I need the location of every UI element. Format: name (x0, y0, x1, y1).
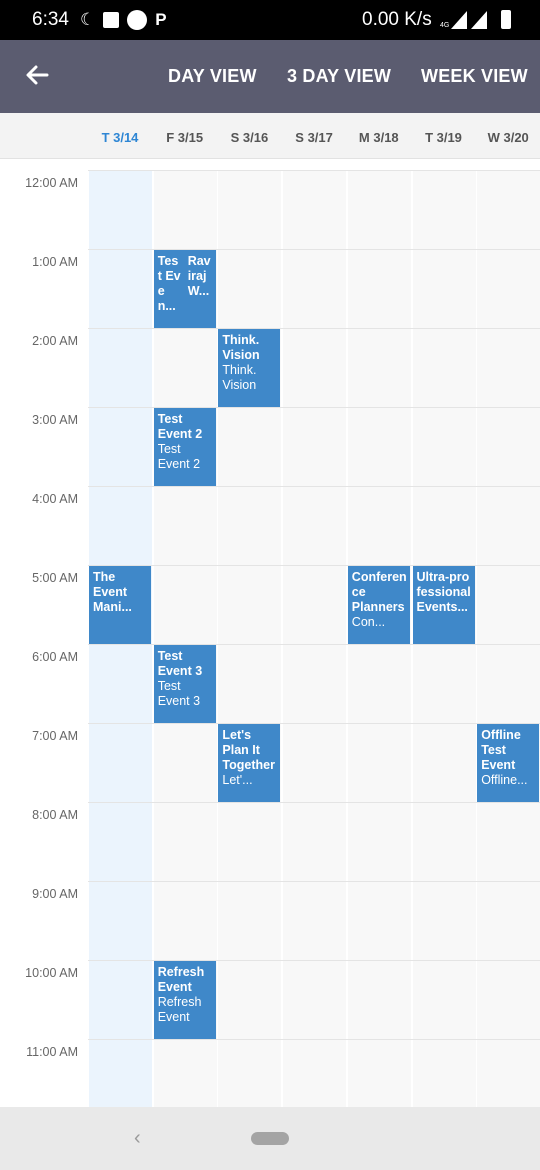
event-title: Test Event 2 (157, 412, 203, 441)
event-subtitle: Offline... (481, 773, 528, 787)
event-subtitle: Test Event 2 (157, 442, 201, 471)
chevron-left-icon[interactable]: ‹ (134, 1127, 141, 1150)
hour-label: 12:00 AM (25, 176, 78, 190)
day-label[interactable]: S 3/17 (282, 130, 346, 145)
day-label[interactable]: T 3/14 (88, 130, 152, 145)
hour-label: 10:00 AM (25, 966, 78, 980)
hour-label: 3:00 AM (32, 413, 78, 427)
day-label[interactable]: M 3/18 (347, 130, 411, 145)
hour-label: 1:00 AM (32, 255, 78, 269)
event-block[interactable]: Test Event 3 Test Event 3 (153, 645, 216, 723)
p-icon: P (155, 10, 167, 29)
event-block[interactable]: Think. Vision Think. Vision (218, 329, 281, 407)
hour-label: 2:00 AM (32, 334, 78, 348)
day-label[interactable]: T 3/19 (412, 130, 476, 145)
network-speed: 0.00 K/s (362, 9, 432, 30)
hour-divider (88, 170, 540, 171)
event-subtitle: Refresh Event (157, 995, 202, 1024)
event-title: Rav iraj W... (187, 254, 211, 298)
hour-label: 8:00 AM (32, 808, 78, 822)
day-label[interactable]: S 3/16 (217, 130, 281, 145)
hour-label: 11:00 AM (26, 1045, 78, 1059)
navigation-bar: ‹ (0, 1107, 540, 1170)
day-label[interactable]: W 3/20 (476, 130, 540, 145)
event-title: Think. Vision (222, 333, 260, 362)
event-block[interactable]: The Event Mani... (89, 566, 151, 644)
week-grid[interactable]: 12:00 AM 1:00 AM 2:00 AM 3:00 AM 4:00 AM 5:00… (0, 159, 540, 1107)
hour-label: 5:00 AM (32, 571, 78, 585)
hour-divider (88, 802, 540, 803)
event-title: Ultra-pro fessional Events... (416, 570, 471, 614)
notification-icons: ☾ P (80, 9, 167, 31)
home-pill-icon[interactable] (251, 1132, 289, 1145)
event-block[interactable]: Ultra-pro fessional Events... (412, 566, 475, 644)
arrow-left-icon (26, 65, 49, 85)
battery-icon (501, 10, 512, 29)
toolbar: DAY VIEW 3 DAY VIEW WEEK VIEW (0, 40, 540, 113)
hour-divider (88, 328, 540, 329)
event-subtitle: Test Event 3 (157, 679, 201, 708)
hour-divider (88, 1039, 540, 1040)
event-title: Refresh Event (157, 965, 205, 994)
whatsapp-icon (127, 10, 148, 30)
signal-icon (471, 11, 488, 29)
event-subtitle: Let'... (222, 773, 253, 787)
event-title: Offline Test Event (481, 728, 521, 772)
image-icon (103, 12, 120, 28)
event-title: The Event Mani... (93, 570, 132, 614)
event-block[interactable]: Conferen ce Planners Con... (347, 566, 410, 644)
day-column[interactable] (218, 170, 282, 1107)
back-button[interactable] (22, 60, 52, 90)
event-block[interactable]: Offline Test Event Offline... (477, 724, 540, 802)
hour-label: 7:00 AM (32, 729, 78, 743)
event-title: Test Event 3 (157, 649, 203, 678)
hour-label: 4:00 AM (32, 492, 78, 506)
event-title: Conferen ce Planners (351, 570, 407, 614)
event-subtitle: Think. Vision (222, 363, 257, 392)
event-block[interactable]: Test Event 2 Test Event 2 (153, 408, 216, 486)
hour-divider (88, 486, 540, 487)
hour-divider (88, 723, 540, 724)
hour-label: 6:00 AM (32, 650, 78, 664)
hour-label: 9:00 AM (32, 887, 78, 901)
tab-3-day-view[interactable]: 3 DAY VIEW (287, 66, 391, 87)
network-type: 4G (440, 22, 450, 29)
day-column[interactable] (477, 170, 540, 1107)
day-header: T 3/14 F 3/15 S 3/16 S 3/17 M 3/18 T 3/19 W 3/… (0, 113, 540, 159)
tab-day-view[interactable]: DAY VIEW (168, 66, 257, 87)
event-block[interactable]: Tes t Eve n... Rav iraj W... (153, 250, 216, 328)
signal-icon (451, 11, 468, 29)
day-label[interactable]: F 3/15 (153, 130, 217, 145)
event-subtitle: Con... (351, 615, 386, 629)
event-block[interactable]: Refresh Event Refresh Event (153, 961, 216, 1039)
status-bar: 6:34 ☾ P 0.00 K/s 4G (0, 0, 540, 40)
event-title: Tes t Eve n... (157, 254, 181, 313)
event-title: Let's Plan It Together (222, 728, 275, 772)
hour-divider (88, 881, 540, 882)
status-time: 6:34 (32, 9, 69, 30)
tab-week-view[interactable]: WEEK VIEW (421, 66, 528, 87)
day-column[interactable] (283, 170, 347, 1107)
moon-icon: ☾ (80, 10, 96, 29)
event-block[interactable]: Let's Plan It Together Let'... (218, 724, 281, 802)
system-icons: 4G (440, 10, 512, 29)
